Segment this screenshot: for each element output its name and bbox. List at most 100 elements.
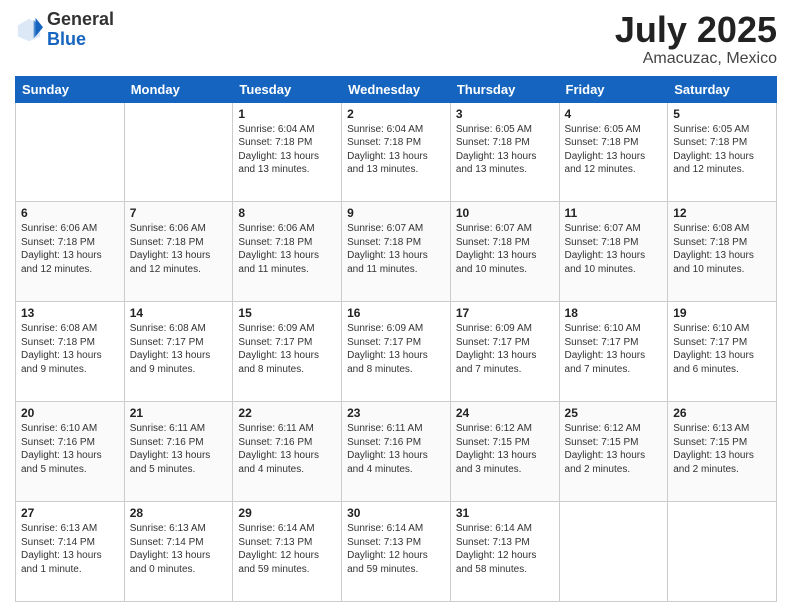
calendar-cell: 23 Sunrise: 6:11 AM Sunset: 7:16 PM Dayli… [342,402,451,502]
calendar-cell: 18 Sunrise: 6:10 AM Sunset: 7:17 PM Dayli… [559,302,668,402]
subtitle: Amacuzac, Mexico [615,50,777,68]
calendar-cell: 29Sunrise: 6:14 AM Sunset: 7:13 PM Dayli… [233,502,342,602]
calendar-cell [559,502,668,602]
calendar-cell: 11Sunrise: 6:07 AM Sunset: 7:18 PM Dayli… [559,202,668,302]
day-number: 23 [347,406,445,420]
day-detail: Sunrise: 6:04 AM Sunset: 7:18 PM Dayligh… [238,123,336,177]
day-number: 19 [673,306,771,320]
day-number: 14 [130,306,228,320]
calendar-cell: 31 Sunrise: 6:14 AM Sunset: 7:13 PM Dayli… [450,502,559,602]
logo-blue: Blue [47,30,114,50]
col-header-sunday: Sunday [16,76,125,102]
calendar-cell: 15 Sunrise: 6:09 AM Sunset: 7:17 PM Dayli… [233,302,342,402]
day-number: 25 [565,406,663,420]
day-detail: Sunrise: 6:07 AM Sunset: 7:18 PM Dayligh… [347,222,445,276]
calendar-cell: 28 Sunrise: 6:13 AM Sunset: 7:14 PM Dayli… [124,502,233,602]
calendar-header-row: SundayMondayTuesdayWednesdayThursdayFrid… [16,76,777,102]
col-header-monday: Monday [124,76,233,102]
calendar-cell: 24 Sunrise: 6:12 AM Sunset: 7:15 PM Dayli… [450,402,559,502]
day-detail: Sunrise: 6:09 AM Sunset: 7:17 PM Dayligh… [238,322,336,376]
day-detail: Sunrise: 6:11 AM Sunset: 7:16 PM Dayligh… [238,422,336,476]
page: General Blue July 2025 Amacuzac, Mexico … [0,0,792,612]
day-number: 2 [347,107,445,121]
day-detail: Sunrise: 6:12 AM Sunset: 7:15 PM Dayligh… [565,422,663,476]
calendar-cell [668,502,777,602]
day-detail: Sunrise: 6:10 AM Sunset: 7:16 PM Dayligh… [21,422,119,476]
day-detail: Sunrise: 6:13 AM Sunset: 7:14 PM Dayligh… [130,522,228,576]
day-detail: Sunrise: 6:08 AM Sunset: 7:18 PM Dayligh… [21,322,119,376]
col-header-friday: Friday [559,76,668,102]
day-detail: Sunrise: 6:09 AM Sunset: 7:17 PM Dayligh… [456,322,554,376]
calendar-cell: 6 Sunrise: 6:06 AM Sunset: 7:18 PM Daylig… [16,202,125,302]
day-detail: Sunrise: 6:10 AM Sunset: 7:17 PM Dayligh… [565,322,663,376]
day-detail: Sunrise: 6:04 AM Sunset: 7:18 PM Dayligh… [347,123,445,177]
day-number: 10 [456,206,554,220]
col-header-saturday: Saturday [668,76,777,102]
calendar-week-row: 6 Sunrise: 6:06 AM Sunset: 7:18 PM Daylig… [16,202,777,302]
day-detail: Sunrise: 6:08 AM Sunset: 7:18 PM Dayligh… [673,222,771,276]
day-number: 7 [130,206,228,220]
calendar-cell: 5Sunrise: 6:05 AM Sunset: 7:18 PM Daylig… [668,102,777,202]
main-title: July 2025 [615,10,777,50]
day-number: 4 [565,107,663,121]
day-detail: Sunrise: 6:09 AM Sunset: 7:17 PM Dayligh… [347,322,445,376]
day-detail: Sunrise: 6:14 AM Sunset: 7:13 PM Dayligh… [456,522,554,576]
day-detail: Sunrise: 6:10 AM Sunset: 7:17 PM Dayligh… [673,322,771,376]
day-number: 27 [21,506,119,520]
day-number: 28 [130,506,228,520]
day-number: 22 [238,406,336,420]
day-detail: Sunrise: 6:13 AM Sunset: 7:14 PM Dayligh… [21,522,119,576]
calendar-cell: 30Sunrise: 6:14 AM Sunset: 7:13 PM Dayli… [342,502,451,602]
calendar-cell: 2 Sunrise: 6:04 AM Sunset: 7:18 PM Daylig… [342,102,451,202]
day-detail: Sunrise: 6:13 AM Sunset: 7:15 PM Dayligh… [673,422,771,476]
day-number: 5 [673,107,771,121]
day-detail: Sunrise: 6:12 AM Sunset: 7:15 PM Dayligh… [456,422,554,476]
calendar-table: SundayMondayTuesdayWednesdayThursdayFrid… [15,76,777,602]
logo-icon [15,16,43,44]
calendar-cell: 26 Sunrise: 6:13 AM Sunset: 7:15 PM Dayli… [668,402,777,502]
day-number: 29 [238,506,336,520]
day-detail: Sunrise: 6:06 AM Sunset: 7:18 PM Dayligh… [238,222,336,276]
day-detail: Sunrise: 6:05 AM Sunset: 7:18 PM Dayligh… [456,123,554,177]
calendar-cell: 1Sunrise: 6:04 AM Sunset: 7:18 PM Daylig… [233,102,342,202]
title-block: July 2025 Amacuzac, Mexico [615,10,777,68]
logo: General Blue [15,10,114,50]
day-number: 18 [565,306,663,320]
logo-general: General [47,10,114,30]
day-number: 15 [238,306,336,320]
day-detail: Sunrise: 6:05 AM Sunset: 7:18 PM Dayligh… [565,123,663,177]
calendar-cell: 9 Sunrise: 6:07 AM Sunset: 7:18 PM Daylig… [342,202,451,302]
header: General Blue July 2025 Amacuzac, Mexico [15,10,777,68]
day-number: 16 [347,306,445,320]
day-number: 13 [21,306,119,320]
col-header-wednesday: Wednesday [342,76,451,102]
calendar-week-row: 20Sunrise: 6:10 AM Sunset: 7:16 PM Dayli… [16,402,777,502]
calendar-cell: 13 Sunrise: 6:08 AM Sunset: 7:18 PM Dayli… [16,302,125,402]
col-header-tuesday: Tuesday [233,76,342,102]
day-detail: Sunrise: 6:08 AM Sunset: 7:17 PM Dayligh… [130,322,228,376]
calendar-week-row: 13 Sunrise: 6:08 AM Sunset: 7:18 PM Dayli… [16,302,777,402]
day-number: 3 [456,107,554,121]
calendar-cell: 19 Sunrise: 6:10 AM Sunset: 7:17 PM Dayli… [668,302,777,402]
day-number: 31 [456,506,554,520]
calendar-cell: 27 Sunrise: 6:13 AM Sunset: 7:14 PM Dayli… [16,502,125,602]
day-number: 6 [21,206,119,220]
calendar-cell: 4 Sunrise: 6:05 AM Sunset: 7:18 PM Daylig… [559,102,668,202]
day-detail: Sunrise: 6:06 AM Sunset: 7:18 PM Dayligh… [21,222,119,276]
day-number: 9 [347,206,445,220]
day-detail: Sunrise: 6:11 AM Sunset: 7:16 PM Dayligh… [130,422,228,476]
day-number: 24 [456,406,554,420]
day-detail: Sunrise: 6:11 AM Sunset: 7:16 PM Dayligh… [347,422,445,476]
calendar-cell: 12Sunrise: 6:08 AM Sunset: 7:18 PM Dayli… [668,202,777,302]
day-number: 11 [565,206,663,220]
day-number: 8 [238,206,336,220]
calendar-cell [124,102,233,202]
calendar-cell: 25 Sunrise: 6:12 AM Sunset: 7:15 PM Dayli… [559,402,668,502]
day-number: 17 [456,306,554,320]
day-detail: Sunrise: 6:07 AM Sunset: 7:18 PM Dayligh… [456,222,554,276]
calendar-cell: 14 Sunrise: 6:08 AM Sunset: 7:17 PM Dayli… [124,302,233,402]
day-detail: Sunrise: 6:14 AM Sunset: 7:13 PM Dayligh… [347,522,445,576]
calendar-cell: 3 Sunrise: 6:05 AM Sunset: 7:18 PM Daylig… [450,102,559,202]
day-number: 26 [673,406,771,420]
calendar-cell: 16 Sunrise: 6:09 AM Sunset: 7:17 PM Dayli… [342,302,451,402]
